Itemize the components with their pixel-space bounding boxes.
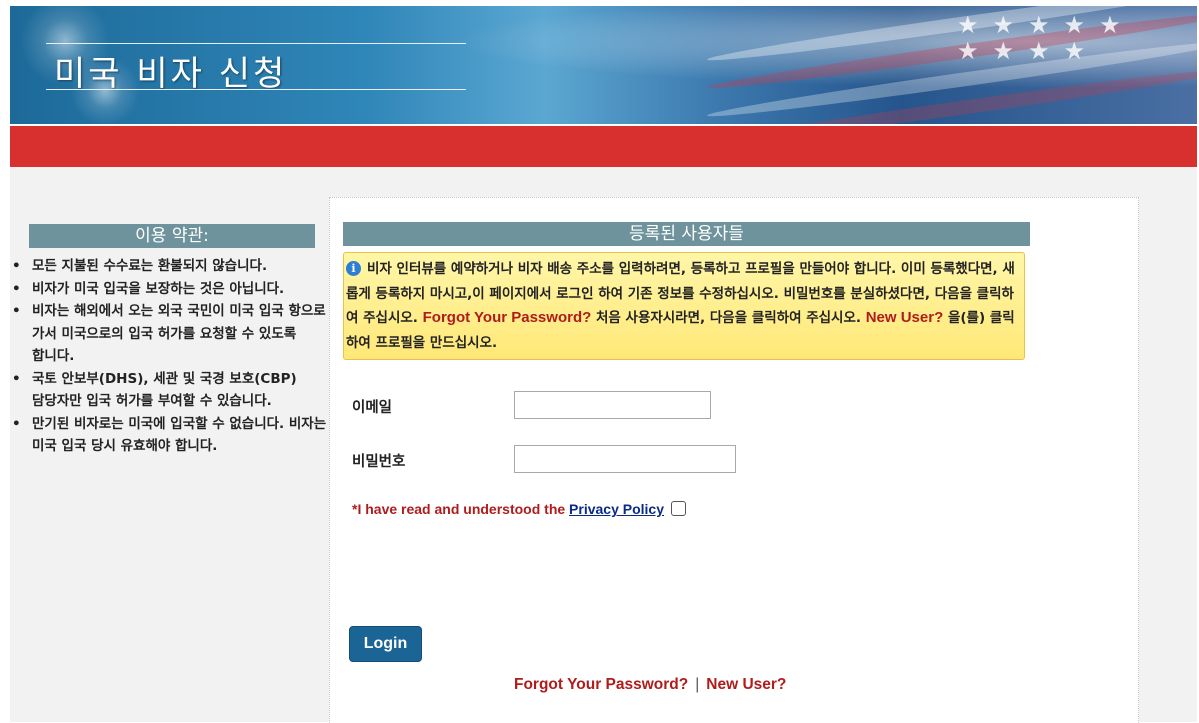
bottom-links: Forgot Your Password? | New User?: [514, 676, 786, 694]
info-notice: i 비자 인터뷰를 예약하거나 비자 배송 주소를 입력하려면, 등록하고 프로필…: [343, 252, 1025, 360]
link-separator: |: [695, 676, 700, 693]
terms-list: 모든 지불된 수수료는 환불되지 않습니다. 비자가 미국 입국을 보장하는 것…: [10, 255, 328, 458]
header-red-bar: [10, 126, 1197, 167]
new-user-inline-link[interactable]: New User?: [866, 309, 944, 326]
privacy-checkbox[interactable]: [670, 501, 686, 516]
info-text: 처음 사용자시라면, 다음을 클릭하여 주십시오.: [591, 310, 866, 326]
terms-item: 비자는 해외에서 오는 외국 국민이 미국 입국 항으로 가서 미국으로의 입국…: [12, 300, 328, 368]
terms-item: 비자가 미국 입국을 보장하는 것은 아닙니다.: [12, 278, 328, 301]
new-user-link[interactable]: New User?: [706, 676, 786, 693]
terms-panel: 이용 약관: 모든 지불된 수수료는 환불되지 않습니다. 비자가 미국 입국을…: [10, 167, 330, 722]
flag-stars-decoration: ★★★★★ ★★★★: [957, 11, 1135, 65]
title-rule-bottom: [46, 89, 466, 90]
page-title: 미국 비자 신청: [54, 54, 288, 94]
registered-users-title: 등록된 사용자들: [343, 222, 1030, 246]
login-button[interactable]: Login: [349, 626, 422, 662]
main-content: 이용 약관: 모든 지불된 수수료는 환불되지 않습니다. 비자가 미국 입국을…: [10, 167, 1197, 723]
password-input[interactable]: [514, 445, 736, 473]
email-input[interactable]: [514, 391, 711, 419]
terms-item: 모든 지불된 수수료는 환불되지 않습니다.: [12, 255, 328, 278]
privacy-text: *I have read and understood the: [352, 501, 570, 517]
terms-title: 이용 약관:: [29, 224, 315, 248]
header-banner: ★★★★★ ★★★★ 미국 비자 신청: [10, 6, 1197, 124]
terms-item: 만기된 비자로는 미국에 입국할 수 없습니다. 비자는 미국 입국 당시 유효…: [12, 413, 328, 458]
email-label: 이메일: [352, 400, 393, 416]
password-label: 비밀번호: [352, 454, 406, 470]
forgot-password-inline-link[interactable]: Forgot Your Password?: [423, 309, 592, 326]
title-rule-top: [46, 43, 466, 44]
forgot-password-link[interactable]: Forgot Your Password?: [514, 676, 688, 693]
info-icon: i: [346, 261, 361, 276]
terms-item: 국토 안보부(DHS), 세관 및 국경 보호(CBP) 담당자만 입국 허가를…: [12, 368, 328, 413]
privacy-consent: *I have read and understood the Privacy …: [352, 501, 686, 517]
login-panel: 등록된 사용자들 i 비자 인터뷰를 예약하거나 비자 배송 주소를 입력하려면,…: [329, 197, 1139, 723]
privacy-policy-link[interactable]: Privacy Policy: [569, 501, 664, 517]
